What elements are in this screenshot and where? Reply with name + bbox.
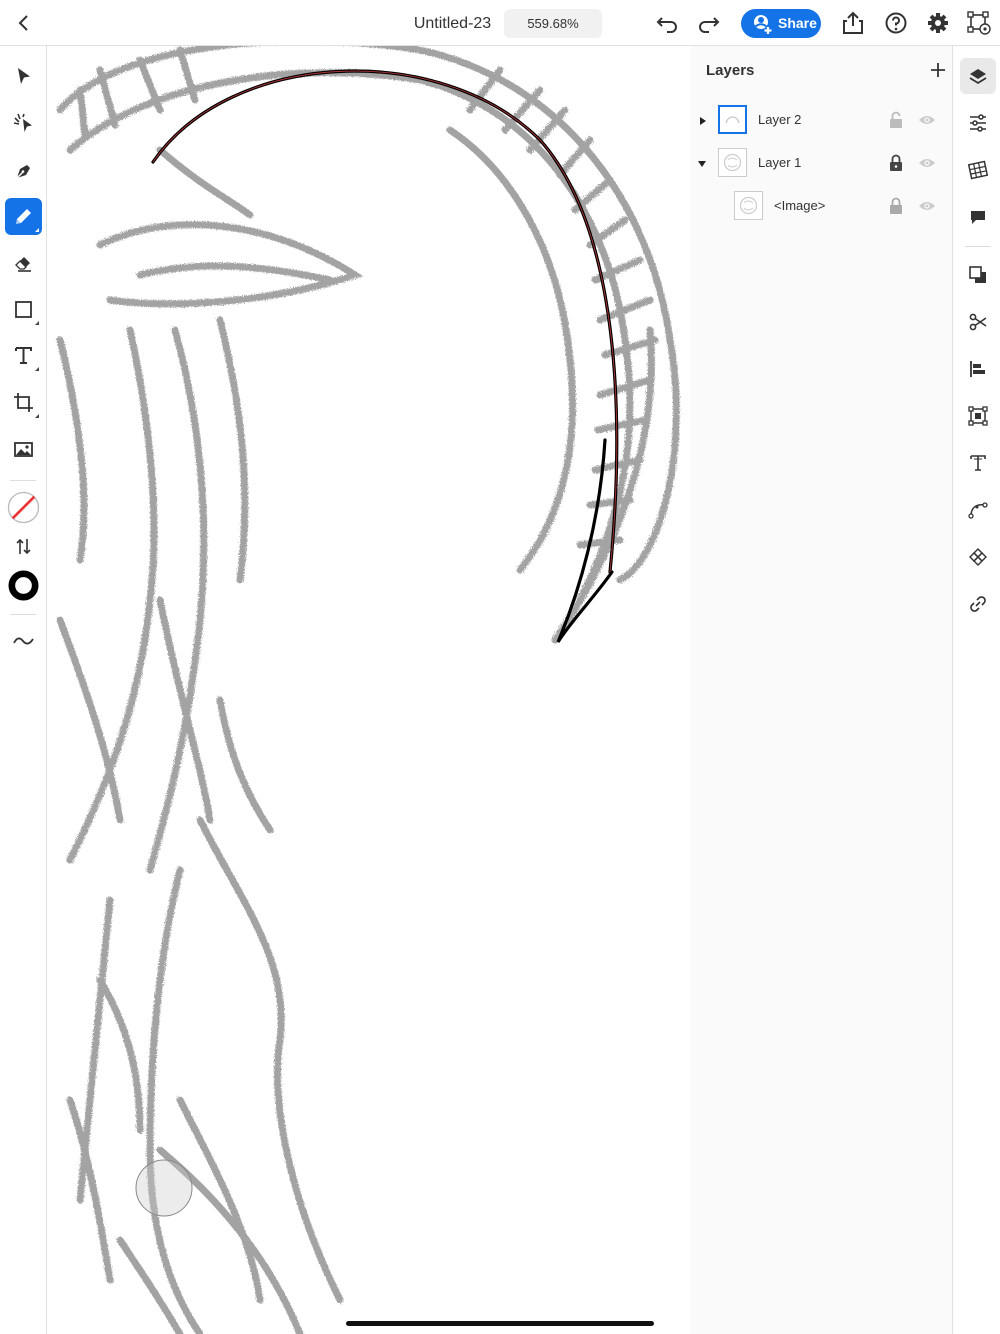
share-label: Share <box>778 15 817 31</box>
layer-row-layer-1[interactable]: Layer 1 <box>690 144 952 184</box>
swap-colors-button[interactable] <box>5 528 42 565</box>
layer-thumbnail <box>734 191 763 220</box>
visibility-eye-icon[interactable] <box>918 156 936 170</box>
redo-icon[interactable] <box>696 10 722 36</box>
layers-panel-title: Layers <box>706 62 755 79</box>
back-chevron-icon[interactable] <box>12 11 36 35</box>
top-bar: Untitled-23 559.68% Share <box>0 0 1000 46</box>
scissors-icon[interactable] <box>960 304 996 340</box>
share-button[interactable]: Share <box>741 9 821 38</box>
layer-name: Layer 2 <box>758 112 802 127</box>
collapse-triangle-icon[interactable] <box>698 161 706 167</box>
document-title[interactable]: Untitled-23 <box>400 15 505 33</box>
stroke-ring-icon <box>8 570 39 601</box>
pen-tool-button[interactable] <box>5 152 42 189</box>
layer-row-image[interactable]: <Image> <box>690 187 952 227</box>
crop-icon <box>14 393 33 412</box>
selection-tool-button[interactable] <box>5 58 42 95</box>
right-panel-bar <box>952 46 1000 1334</box>
transform-icon[interactable] <box>960 398 996 434</box>
pencil-icon <box>16 209 31 224</box>
submenu-indicator <box>35 228 39 232</box>
swatches-icon[interactable] <box>960 152 996 188</box>
layer-name: Layer 1 <box>758 155 802 170</box>
layer-thumbnail <box>718 105 747 134</box>
type-icon <box>15 347 32 364</box>
swap-arrows-icon <box>16 538 31 555</box>
eraser-icon <box>15 257 31 272</box>
arrange-icon[interactable] <box>960 257 996 293</box>
locked-padlock-icon[interactable] <box>888 197 904 215</box>
link-icon[interactable] <box>960 586 996 622</box>
image-tool-button[interactable] <box>5 431 42 468</box>
add-layer-plus-icon[interactable] <box>928 60 948 80</box>
layers-panel: Layers Layer 2 Layer 1 <Image> <box>690 46 952 1334</box>
submenu-indicator <box>35 367 39 371</box>
help-icon[interactable] <box>883 10 909 36</box>
properties-icon[interactable] <box>960 105 996 141</box>
type-tool-button[interactable] <box>5 337 42 374</box>
image-icon <box>14 442 33 457</box>
pencil-tool-button[interactable] <box>5 198 42 235</box>
fill-swatch[interactable] <box>5 489 42 526</box>
unlocked-padlock-icon[interactable] <box>888 111 904 129</box>
zoom-level[interactable]: 559.68% <box>504 9 602 38</box>
smooth-tool-button[interactable] <box>5 622 42 659</box>
align-icon[interactable] <box>960 351 996 387</box>
rectangle-tool-button[interactable] <box>5 291 42 328</box>
arrow-pointer-icon <box>18 68 30 84</box>
no-fill-icon <box>7 491 40 524</box>
layers-icon[interactable] <box>960 58 996 94</box>
repeat-icon[interactable] <box>960 539 996 575</box>
layer-thumbnail <box>718 148 747 177</box>
toolbar-divider <box>10 480 36 481</box>
locked-padlock-icon[interactable] <box>888 154 904 172</box>
plugins-icon[interactable] <box>966 10 992 36</box>
path-icon[interactable] <box>960 492 996 528</box>
comments-icon[interactable] <box>960 199 996 235</box>
panel-divider <box>965 246 991 247</box>
layer-row-layer-2[interactable]: Layer 2 <box>690 101 952 141</box>
left-toolbar <box>0 46 47 1334</box>
crop-tool-button[interactable] <box>5 384 42 421</box>
visibility-eye-icon[interactable] <box>918 113 936 127</box>
stroke-swatch[interactable] <box>5 567 42 604</box>
expand-triangle-icon[interactable] <box>700 117 706 125</box>
pen-nib-icon <box>16 165 30 179</box>
eraser-tool-button[interactable] <box>5 244 42 281</box>
add-person-icon <box>751 13 773 35</box>
direct-selection-tool-button[interactable] <box>5 105 42 142</box>
export-icon[interactable] <box>840 10 866 36</box>
toolbar-divider <box>10 614 36 615</box>
gear-icon[interactable] <box>925 10 951 36</box>
submenu-indicator <box>35 321 39 325</box>
submenu-indicator <box>35 414 39 418</box>
layer-name: <Image> <box>774 198 826 213</box>
rectangle-icon <box>15 301 32 318</box>
wave-icon <box>13 637 34 645</box>
direct-selection-icon <box>13 113 32 132</box>
home-indicator[interactable] <box>346 1321 654 1326</box>
visibility-eye-icon[interactable] <box>918 199 936 213</box>
sketch-artwork <box>56 46 680 1334</box>
text-icon[interactable] <box>960 445 996 481</box>
drawing-canvas[interactable] <box>47 46 690 1334</box>
undo-icon[interactable] <box>654 10 680 36</box>
